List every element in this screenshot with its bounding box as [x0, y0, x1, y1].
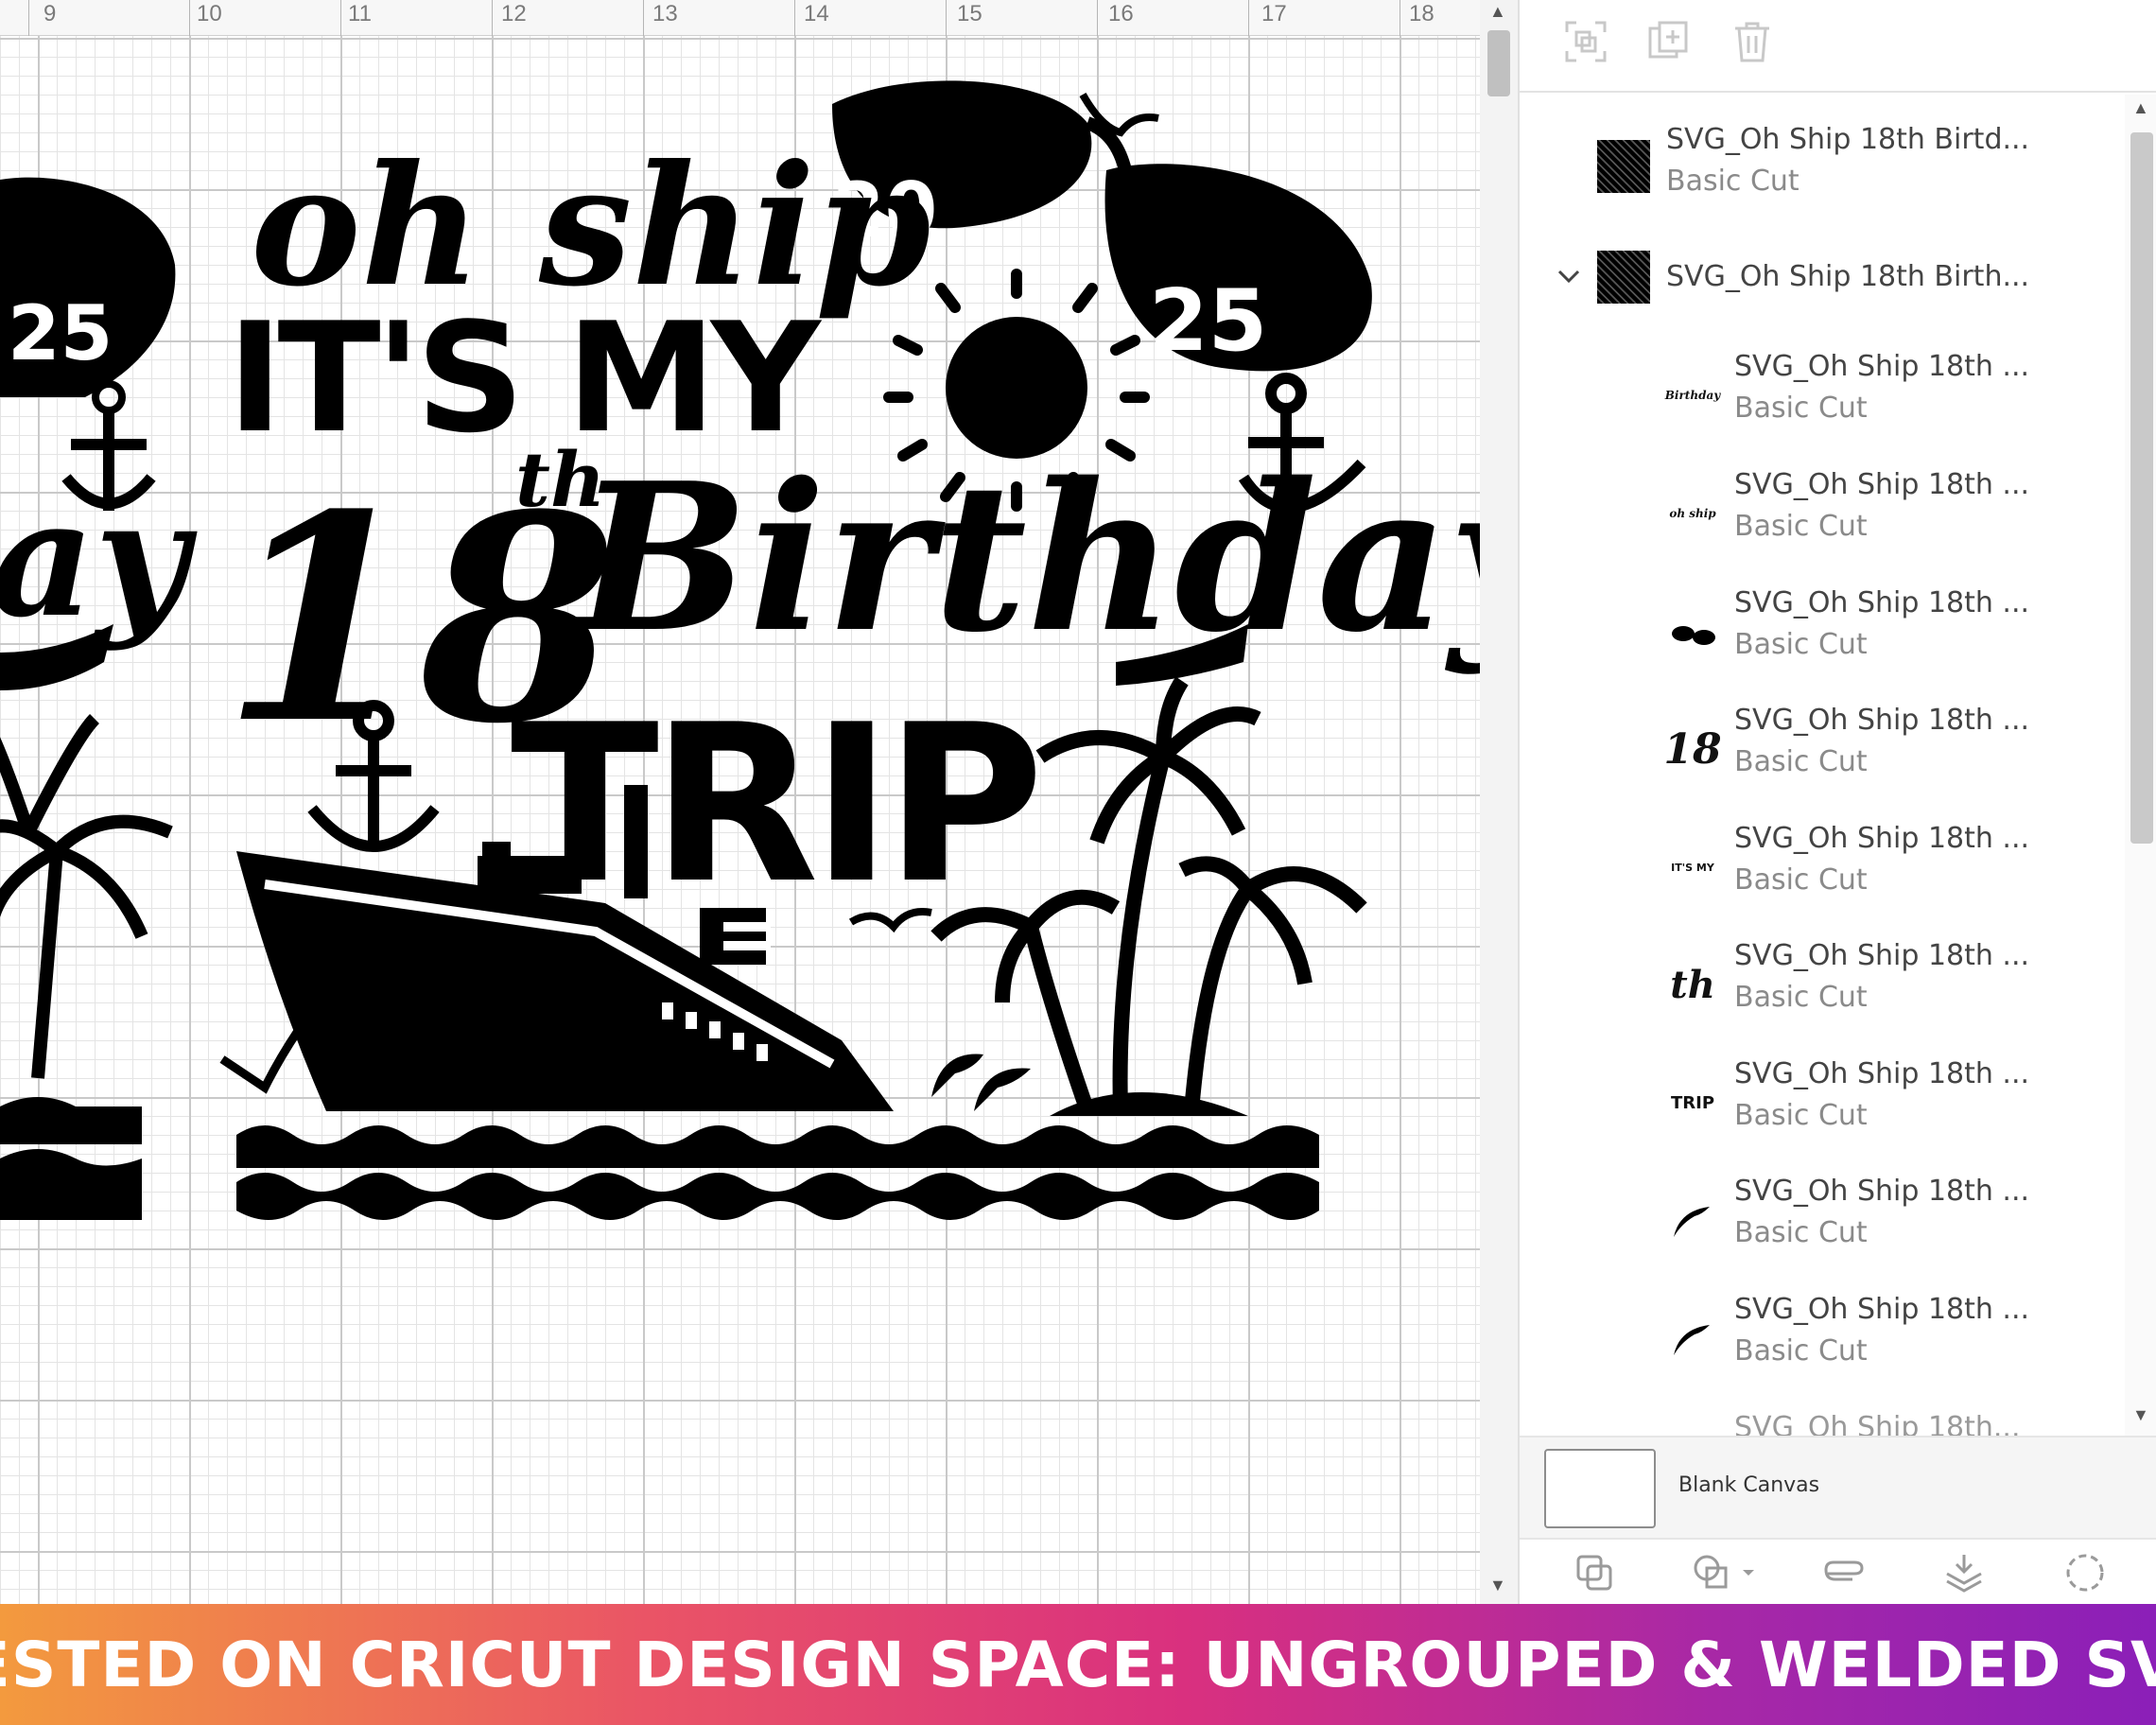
layer-group-row[interactable]: SVG_Oh Ship 18th Birth... [1520, 251, 2125, 364]
duplicate-icon[interactable] [1646, 19, 1692, 64]
scroll-up-icon[interactable]: ▲ [1489, 2, 1506, 22]
delete-icon[interactable] [1730, 19, 1775, 64]
layer-name: SVG_Oh Ship 18th Birtd... [1666, 123, 2030, 156]
layer-thumbnail [1597, 251, 1650, 304]
ruler-tick-label: 10 [197, 1, 222, 26]
waves [236, 1125, 1319, 1220]
layer-name: SVG_Oh Ship 18th ... [1734, 350, 2030, 383]
layer-thumbnail: oh ship [1669, 507, 1716, 520]
layer-row[interactable]: oh ship SVG_Oh Ship 18th ... Basic Cut [1520, 468, 2125, 582]
design-canvas[interactable]: 9 10 11 12 13 14 15 16 17 18 25 ay 20 25… [0, 0, 1480, 1604]
svg-design-artwork[interactable]: 25 ay 20 25 oh ship IT'S MY 18 th Birthd… [0, 36, 1480, 1604]
top-ruler: 9 10 11 12 13 14 15 16 17 18 [0, 0, 1480, 36]
layer-row[interactable]: IT'S MY SVG_Oh Ship 18th ... Basic Cut [1520, 822, 2125, 935]
sunglasses-thumbnail-icon [1672, 626, 1715, 645]
dolphin-icon [1674, 1207, 1710, 1237]
partial-script-text: ay [0, 464, 198, 653]
layer-name: SVG_Oh Ship 18th ... [1734, 1057, 2030, 1090]
ruler-tick-label: 12 [501, 1, 527, 26]
scroll-down-icon[interactable]: ▼ [2132, 1405, 2149, 1425]
layer-row[interactable]: SVG_Oh Ship 18th ... Basic Cut [1520, 1175, 2125, 1288]
layer-name: SVG_Oh Ship 18th ... [1734, 704, 2030, 737]
ruler-tick-label: 9 [43, 1, 57, 26]
layer-row[interactable]: SVG_Oh Ship 18th ... Basic Cut [1520, 1293, 2125, 1406]
scroll-down-icon[interactable]: ▼ [1489, 1576, 1506, 1595]
layer-row[interactable]: TRIP SVG_Oh Ship 18th ... Basic Cut [1520, 1057, 2125, 1171]
promo-banner: TESTED ON CRICUT DESIGN SPACE: UNGROUPED… [0, 1604, 2156, 1725]
layer-name: SVG_Oh Ship 18th ... [1734, 586, 2030, 619]
slice-icon[interactable] [1573, 1551, 1618, 1594]
ruler-tick-label: 15 [957, 1, 982, 26]
dolphin-shape [931, 1054, 983, 1097]
ruler-tick-label: 14 [804, 1, 829, 26]
flatten-icon[interactable] [1941, 1551, 1987, 1594]
layer-row[interactable]: Birthday SVG_Oh Ship 18th ... Basic Cut [1520, 350, 2125, 463]
layer-operation: Basic Cut [1734, 510, 1868, 543]
partial-year-text: 25 [8, 289, 113, 377]
scroll-up-icon[interactable]: ▲ [2132, 98, 2149, 118]
layer-operation: Basic Cut [1734, 392, 1868, 425]
layer-list: SVG_Oh Ship 18th Birtd... Basic Cut SVG_… [1520, 95, 2125, 1436]
canvas-color-swatch[interactable] [1544, 1449, 1656, 1528]
scrollbar-thumb[interactable] [2130, 132, 2153, 844]
layer-thumbnail: IT'S MY [1671, 861, 1714, 874]
layer-operation: Basic Cut [1734, 981, 1868, 1014]
layer-row[interactable]: SVG_Oh Ship 18th... [1520, 1411, 2125, 1436]
ruler-tick-label: 11 [348, 1, 372, 26]
trip-text: TRIP [511, 679, 1036, 932]
layer-thumbnail: th [1670, 962, 1715, 1007]
ruler-tick-label: 13 [652, 1, 678, 26]
group-icon[interactable] [1563, 19, 1608, 64]
banner-text: TESTED ON CRICUT DESIGN SPACE: UNGROUPED… [0, 1628, 2156, 1701]
layer-thumbnail [1597, 140, 1650, 193]
layer-row[interactable]: th SVG_Oh Ship 18th ... Basic Cut [1520, 939, 2125, 1053]
layer-name: SVG_Oh Ship 18th ... [1734, 1293, 2030, 1326]
layer-operation: Basic Cut [1734, 1216, 1868, 1249]
ruler-tick-label: 16 [1108, 1, 1134, 26]
canvas-vertical-scrollbar[interactable]: ▲ ▼ [1480, 0, 1518, 1604]
layers-panel: SVG_Oh Ship 18th Birtd... Basic Cut SVG_… [1518, 0, 2156, 1604]
layer-name: SVG_Oh Ship 18th ... [1734, 822, 2030, 855]
dolphin-shape [974, 1068, 1031, 1111]
dolphin-icon [1674, 1325, 1710, 1355]
layer-operation: Basic Cut [1734, 745, 1868, 778]
layer-row[interactable]: SVG_Oh Ship 18th Birtd... Basic Cut [1520, 113, 2125, 227]
layer-row[interactable]: SVG_Oh Ship 18th ... Basic Cut [1520, 586, 2125, 700]
layer-operation: Basic Cut [1734, 1099, 1868, 1132]
layer-name: SVG_Oh Ship 18th Birth... [1666, 260, 2030, 293]
layers-scrollbar[interactable]: ▲ ▼ [2125, 95, 2156, 1436]
scrollbar-thumb[interactable] [1487, 30, 1510, 96]
year-right-text: 25 [1149, 271, 1267, 371]
layer-name: SVG_Oh Ship 18th ... [1734, 468, 2030, 501]
combine-icon[interactable] [1690, 1551, 1765, 1594]
ruler-tick-label: 18 [1409, 1, 1434, 26]
layer-operation: Basic Cut [1734, 628, 1868, 661]
blank-canvas-row[interactable]: Blank Canvas [1520, 1436, 2156, 1538]
layer-row[interactable]: 18 SVG_Oh Ship 18th ... Basic Cut [1520, 704, 2125, 817]
chevron-down-icon[interactable] [1552, 260, 1586, 294]
main-design[interactable]: 20 25 oh ship IT'S MY 18 th Birthday TRI… [219, 80, 1480, 1220]
ruler-tick-label: 17 [1261, 1, 1287, 26]
layer-operation: Basic Cut [1666, 165, 1800, 198]
layer-name: SVG_Oh Ship 18th ... [1734, 1175, 2030, 1208]
partial-left-design: 25 ay [0, 177, 198, 1220]
layer-thumbnail: Birthday [1664, 389, 1721, 402]
layer-operation: Basic Cut [1734, 1334, 1868, 1368]
layer-thumbnail: 18 [1663, 724, 1722, 774]
contour-icon[interactable] [2062, 1551, 2108, 1594]
layers-action-bar [1520, 1538, 2156, 1604]
layer-name: SVG_Oh Ship 18th ... [1734, 939, 2030, 972]
layer-operation: Basic Cut [1734, 863, 1868, 897]
layer-thumbnail: TRIP [1670, 1092, 1715, 1113]
attach-icon[interactable] [1820, 1551, 1866, 1594]
layers-toolbar [1520, 0, 2156, 93]
layer-name: SVG_Oh Ship 18th... [1734, 1411, 2021, 1436]
blank-canvas-label: Blank Canvas [1678, 1473, 1820, 1497]
